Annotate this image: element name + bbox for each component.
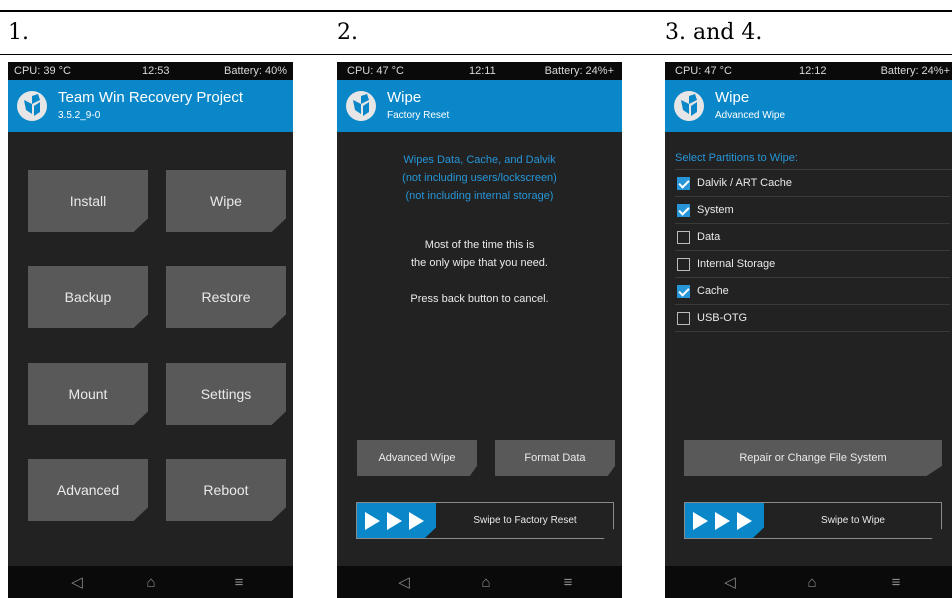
status-bar: CPU: 47 °C 12:12 Battery: 24%+ bbox=[665, 62, 952, 80]
clock: 12:11 bbox=[469, 65, 496, 77]
restore-button[interactable]: Restore bbox=[166, 266, 286, 328]
status-bar: CPU: 39 °C 12:53 Battery: 40% bbox=[8, 62, 293, 80]
partition-row[interactable]: Cache bbox=[675, 278, 950, 305]
app-title: Team Win Recovery Project bbox=[58, 89, 244, 106]
partition-label: Dalvik / ART Cache bbox=[697, 177, 792, 189]
checkbox[interactable] bbox=[677, 312, 690, 325]
title-bar: Team Win Recovery Project 3.5.2_9-0 bbox=[8, 80, 293, 132]
partition-row[interactable]: Dalvik / ART Cache bbox=[675, 170, 950, 197]
info-line: (not including internal storage) bbox=[405, 190, 554, 202]
swipe-to-wipe-slider[interactable]: Swipe to Wipe bbox=[684, 502, 942, 539]
title-bar: Wipe Factory Reset bbox=[337, 80, 622, 132]
home-icon[interactable]: ⌂ bbox=[797, 566, 827, 598]
step-1-caption: 1. bbox=[8, 20, 29, 45]
page-subtitle: Advanced Wipe bbox=[715, 110, 786, 121]
advanced-wipe-button[interactable]: Advanced Wipe bbox=[357, 440, 477, 476]
install-button[interactable]: Install bbox=[28, 170, 148, 232]
checkbox[interactable] bbox=[677, 204, 690, 217]
screen-factory-reset: CPU: 47 °C 12:11 Battery: 24%+ Wipe Fact… bbox=[337, 62, 622, 598]
twrp-logo-icon bbox=[17, 91, 47, 121]
caption-rule bbox=[0, 54, 952, 55]
home-icon[interactable]: ⌂ bbox=[136, 566, 166, 598]
cancel-hint: Press back button to cancel. bbox=[410, 293, 549, 305]
partition-label: System bbox=[697, 204, 734, 216]
page-subtitle: Factory Reset bbox=[387, 110, 450, 121]
double-chevron-arrows-icon[interactable] bbox=[357, 503, 436, 538]
back-triangle-icon[interactable]: ◁ bbox=[389, 566, 419, 598]
top-rule bbox=[0, 10, 952, 12]
status-bar: CPU: 47 °C 12:11 Battery: 24%+ bbox=[337, 62, 622, 80]
step-3-4-caption: 3. and 4. bbox=[665, 20, 763, 45]
clock: 12:12 bbox=[799, 65, 827, 77]
settings-button[interactable]: Settings bbox=[166, 363, 286, 425]
twrp-logo-icon bbox=[674, 91, 704, 121]
cpu-temp: CPU: 47 °C bbox=[347, 65, 404, 77]
twrp-logo-icon bbox=[346, 91, 376, 121]
checkbox[interactable] bbox=[677, 177, 690, 190]
nav-bar: ◁ ⌂ ≡ bbox=[665, 566, 952, 598]
mount-button[interactable]: Mount bbox=[28, 363, 148, 425]
wipe-button[interactable]: Wipe bbox=[166, 170, 286, 232]
reboot-button[interactable]: Reboot bbox=[166, 459, 286, 521]
note-line: Most of the time this is bbox=[424, 239, 535, 251]
nav-bar: ◁ ⌂ ≡ bbox=[8, 566, 293, 598]
checkbox[interactable] bbox=[677, 231, 690, 244]
cpu-temp: CPU: 47 °C bbox=[675, 65, 732, 77]
clock: 12:53 bbox=[142, 65, 170, 77]
menu-lines-icon[interactable]: ≡ bbox=[553, 566, 583, 598]
backup-button[interactable]: Backup bbox=[28, 266, 148, 328]
partition-label: Cache bbox=[697, 285, 729, 297]
note-line: the only wipe that you need. bbox=[411, 257, 548, 269]
checkbox[interactable] bbox=[677, 285, 690, 298]
partition-label: Data bbox=[697, 231, 721, 243]
partition-row[interactable]: Internal Storage bbox=[675, 251, 950, 278]
page-title: Wipe bbox=[715, 89, 750, 106]
title-bar: Wipe Advanced Wipe bbox=[665, 80, 952, 132]
partition-row[interactable]: Data bbox=[675, 224, 950, 251]
repair-file-system-button[interactable]: Repair or Change File System bbox=[684, 440, 942, 476]
screen-main-menu: CPU: 39 °C 12:53 Battery: 40% Team Win R… bbox=[8, 62, 293, 598]
info-line: (not including users/lockscreen) bbox=[402, 172, 557, 184]
swipe-factory-reset-slider[interactable]: Swipe to Factory Reset bbox=[356, 502, 614, 539]
double-chevron-arrows-icon[interactable] bbox=[685, 503, 764, 538]
back-triangle-icon[interactable]: ◁ bbox=[62, 566, 92, 598]
advanced-button[interactable]: Advanced bbox=[28, 459, 148, 521]
select-heading: Select Partitions to Wipe: bbox=[675, 152, 798, 164]
swipe-label: Swipe to Wipe bbox=[821, 515, 885, 526]
back-triangle-icon[interactable]: ◁ bbox=[715, 566, 745, 598]
screen-advanced-wipe: CPU: 47 °C 12:12 Battery: 24%+ Wipe Adva… bbox=[665, 62, 952, 598]
partition-label: Internal Storage bbox=[697, 258, 776, 270]
step-2-caption: 2. bbox=[337, 20, 358, 45]
checkbox[interactable] bbox=[677, 258, 690, 271]
partition-label: USB-OTG bbox=[697, 312, 748, 324]
cpu-temp: CPU: 39 °C bbox=[14, 65, 71, 77]
format-data-button[interactable]: Format Data bbox=[495, 440, 615, 476]
swipe-label: Swipe to Factory Reset bbox=[473, 515, 577, 526]
battery: Battery: 24%+ bbox=[544, 65, 614, 77]
partition-row[interactable]: System bbox=[675, 197, 950, 224]
battery: Battery: 24%+ bbox=[880, 65, 950, 77]
partition-row[interactable]: USB-OTG bbox=[675, 305, 950, 332]
nav-bar: ◁ ⌂ ≡ bbox=[337, 566, 622, 598]
menu-lines-icon[interactable]: ≡ bbox=[224, 566, 254, 598]
app-version: 3.5.2_9-0 bbox=[58, 110, 101, 121]
home-icon[interactable]: ⌂ bbox=[471, 566, 501, 598]
info-line: Wipes Data, Cache, and Dalvik bbox=[403, 154, 556, 166]
page-title: Wipe bbox=[387, 89, 422, 106]
battery: Battery: 40% bbox=[224, 65, 287, 77]
menu-lines-icon[interactable]: ≡ bbox=[881, 566, 911, 598]
